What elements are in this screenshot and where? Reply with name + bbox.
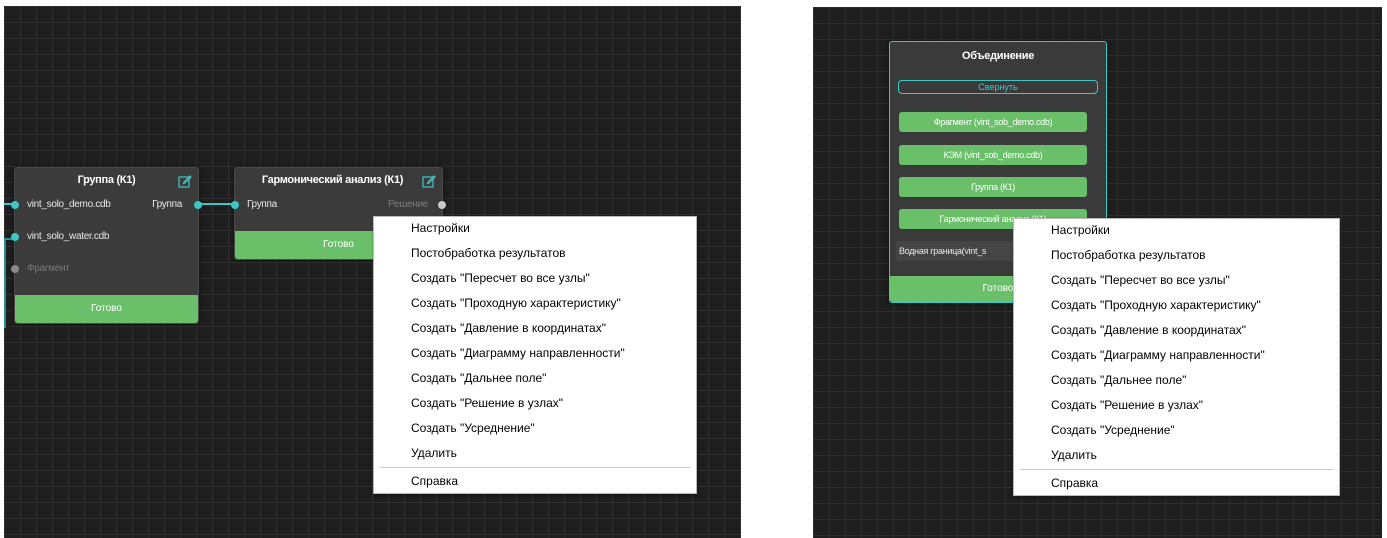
menu-item-create-farfield[interactable]: Создать "Дальнее поле" xyxy=(411,371,546,385)
harmonic-output-label: Решение xyxy=(388,199,428,210)
group-node-status: Готово xyxy=(15,295,198,323)
menu-item-settings[interactable]: Настройки xyxy=(1051,223,1110,237)
menu-item-create-recalc[interactable]: Создать "Пересчет во все узлы" xyxy=(411,271,590,285)
menu-item-create-pressure[interactable]: Создать "Давление в координатах" xyxy=(411,321,606,335)
menu-item-create-directivity[interactable]: Создать "Диаграмму направленности" xyxy=(1051,348,1265,362)
port-dot-icon[interactable] xyxy=(11,265,19,273)
menu-item-help[interactable]: Справка xyxy=(1051,476,1098,490)
port-dot-icon[interactable] xyxy=(194,201,202,209)
input-port-label-1: vint_solo_demo.cdb xyxy=(27,199,111,210)
wire-group-to-harmonic xyxy=(199,203,234,205)
input-port-label-3: Фрагмент xyxy=(27,263,70,274)
group-node[interactable]: Группа (К1) vint_solo_demo.cdb Группа vi… xyxy=(11,167,202,324)
context-menu: Настройки Постобработка результатов Созд… xyxy=(373,216,697,494)
menu-item-help[interactable]: Справка xyxy=(411,474,458,488)
wire-left-vertical xyxy=(4,238,6,328)
menu-separator xyxy=(380,467,690,468)
union-item-fragment[interactable]: Фрагмент (vint_sob_demo.cdb) xyxy=(899,112,1087,132)
menu-item-create-node-solution[interactable]: Создать "Решение в узлах" xyxy=(411,396,563,410)
edit-icon[interactable] xyxy=(422,174,436,188)
menu-item-postprocessing[interactable]: Постобработка результатов xyxy=(1051,248,1206,262)
harmonic-node-title: Гармонический анализ (К1) xyxy=(261,174,404,186)
port-dot-icon[interactable] xyxy=(231,201,239,209)
union-item-group[interactable]: Группа (К1) xyxy=(899,177,1087,197)
collapse-button[interactable]: Свернуть xyxy=(898,80,1098,94)
menu-item-create-pressure[interactable]: Создать "Давление в координатах" xyxy=(1051,323,1246,337)
menu-item-create-directivity[interactable]: Создать "Диаграмму направленности" xyxy=(411,346,625,360)
union-item-kem[interactable]: КЭМ (vint_sob_demo.cdb) xyxy=(899,145,1087,165)
input-port-label-2: vint_solo_water.cdb xyxy=(27,231,110,242)
union-node-title: Объединение xyxy=(961,50,1035,62)
menu-item-postprocessing[interactable]: Постобработка результатов xyxy=(411,246,566,260)
menu-item-delete[interactable]: Удалить xyxy=(1051,448,1097,462)
output-port-label: Группа xyxy=(152,199,182,210)
menu-item-delete[interactable]: Удалить xyxy=(411,446,457,460)
menu-item-create-averaging[interactable]: Создать "Усреднение" xyxy=(1051,423,1175,437)
menu-separator xyxy=(1020,469,1333,470)
menu-item-create-averaging[interactable]: Создать "Усреднение" xyxy=(411,421,535,435)
context-menu: Настройки Постобработка результатов Созд… xyxy=(1013,218,1340,496)
menu-item-create-recalc[interactable]: Создать "Пересчет во все узлы" xyxy=(1051,273,1230,287)
menu-item-create-passthrough[interactable]: Создать "Проходную характеристику" xyxy=(411,296,621,310)
group-node-title: Группа (К1) xyxy=(77,174,136,186)
menu-item-create-node-solution[interactable]: Создать "Решение в узлах" xyxy=(1051,398,1203,412)
edit-icon[interactable] xyxy=(178,174,192,188)
port-dot-icon[interactable] xyxy=(11,233,19,241)
port-dot-icon[interactable] xyxy=(11,201,19,209)
menu-item-settings[interactable]: Настройки xyxy=(411,221,470,235)
harmonic-input-label: Группа xyxy=(247,199,277,210)
menu-item-create-passthrough[interactable]: Создать "Проходную характеристику" xyxy=(1051,298,1261,312)
port-dot-icon[interactable] xyxy=(438,201,446,209)
menu-item-create-farfield[interactable]: Создать "Дальнее поле" xyxy=(1051,373,1186,387)
